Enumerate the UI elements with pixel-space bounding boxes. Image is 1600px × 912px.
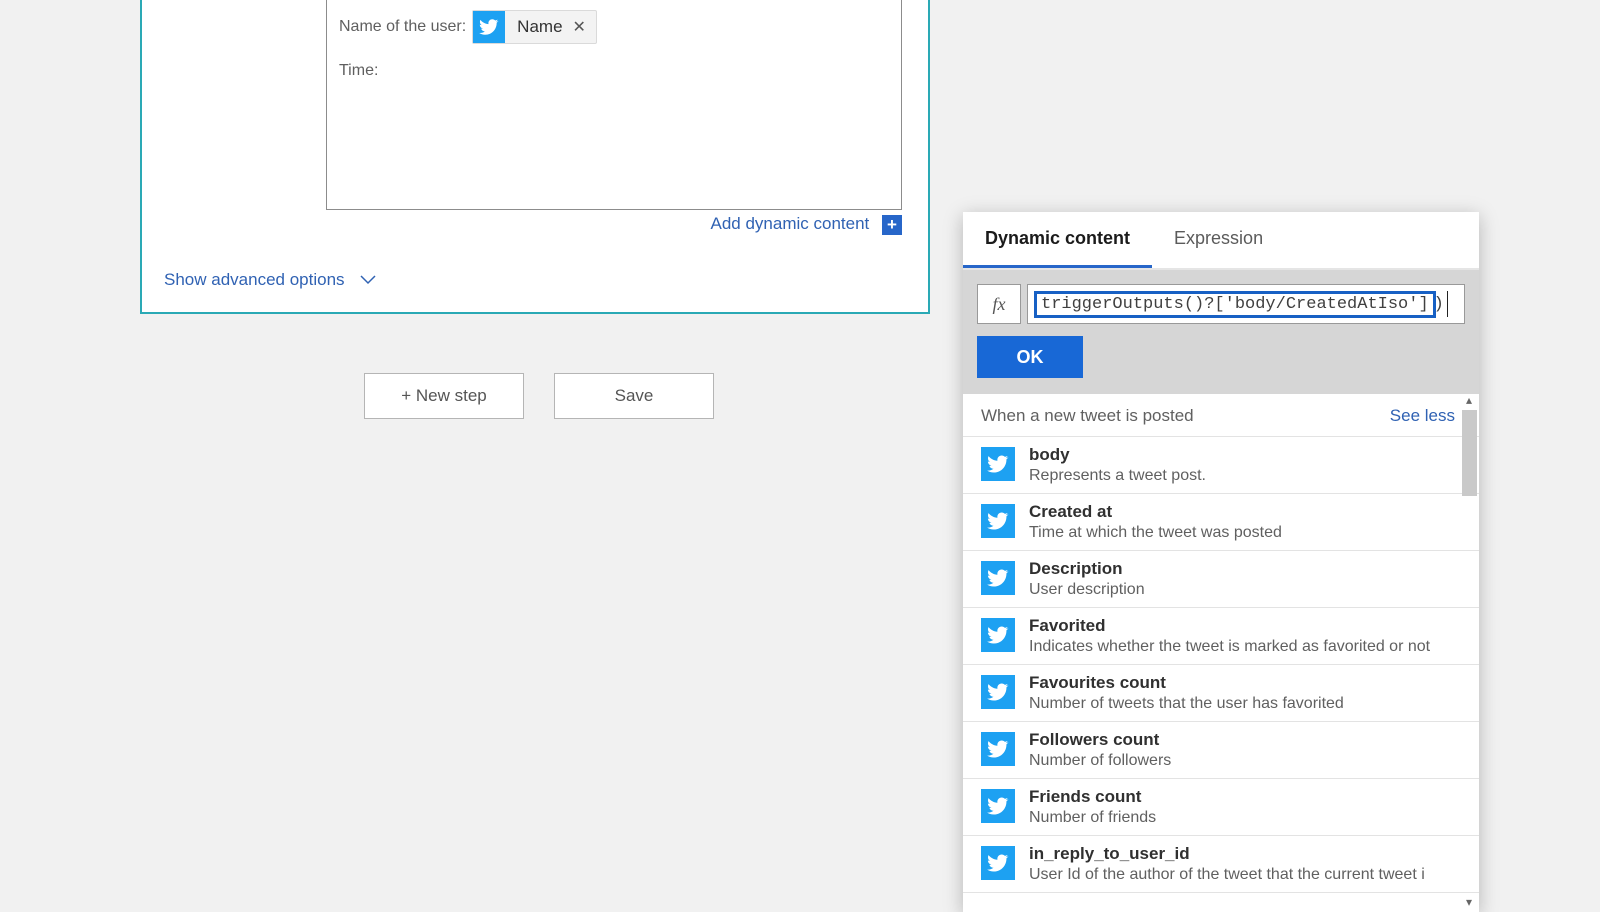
twitter-icon: [981, 789, 1015, 823]
expression-input[interactable]: triggerOutputs()?['body/CreatedAtIso'] ): [1027, 284, 1465, 324]
expression-bar: fx triggerOutputs()?['body/CreatedAtIso'…: [963, 270, 1479, 394]
dynamic-content-item[interactable]: Favourites count Number of tweets that th…: [963, 664, 1479, 721]
dynamic-content-item[interactable]: Followers count Number of followers: [963, 721, 1479, 778]
tab-dynamic-content[interactable]: Dynamic content: [963, 212, 1152, 268]
ok-button[interactable]: OK: [977, 336, 1083, 378]
twitter-icon: [981, 504, 1015, 538]
scrollbar-thumb[interactable]: [1462, 410, 1477, 496]
dc-item-desc: Number of followers: [1029, 752, 1171, 770]
dc-item-desc: Indicates whether the tweet is marked as…: [1029, 638, 1430, 656]
dynamic-content-item[interactable]: body Represents a tweet post.: [963, 436, 1479, 493]
see-less-link[interactable]: See less: [1390, 406, 1455, 426]
dynamic-content-item[interactable]: Created at Time at which the tweet was po…: [963, 493, 1479, 550]
dc-item-title: Favourites count: [1029, 673, 1344, 693]
tab-expression[interactable]: Expression: [1152, 212, 1285, 268]
dynamic-content-item[interactable]: Friends count Number of friends: [963, 778, 1479, 835]
dc-item-desc: Number of tweets that the user has favor…: [1029, 695, 1344, 713]
message-body-input[interactable]: Name of the user: Name ✕ Time:: [326, 0, 902, 210]
ok-label: OK: [1017, 347, 1044, 367]
add-dynamic-plus-icon: +: [882, 215, 902, 235]
dc-item-title: Description: [1029, 559, 1145, 579]
dynamic-content-item[interactable]: Favorited Indicates whether the tweet is …: [963, 607, 1479, 664]
dc-item-desc: Time at which the tweet was posted: [1029, 524, 1282, 542]
twitter-icon: [981, 846, 1015, 880]
dynamic-content-item[interactable]: in_reply_to_user_id User Id of the author…: [963, 835, 1479, 893]
twitter-icon: [981, 618, 1015, 652]
dynamic-content-item[interactable]: Description User description: [963, 550, 1479, 607]
dc-item-desc: Represents a tweet post.: [1029, 467, 1206, 485]
scroll-down-icon[interactable]: ▾: [1461, 894, 1477, 910]
dc-item-desc: Number of friends: [1029, 809, 1156, 827]
add-dynamic-content-link[interactable]: Add dynamic content +: [326, 214, 902, 235]
token-name[interactable]: Name ✕: [472, 10, 597, 44]
dc-item-title: Favorited: [1029, 616, 1430, 636]
expression-selected-text: triggerOutputs()?['body/CreatedAtIso']: [1034, 291, 1436, 318]
add-dynamic-content-label: Add dynamic content: [711, 214, 870, 233]
dc-item-title: Created at: [1029, 502, 1282, 522]
save-button[interactable]: Save: [554, 373, 714, 419]
flow-action-buttons: + New step Save: [364, 373, 714, 419]
dc-item-title: Followers count: [1029, 730, 1171, 750]
twitter-icon: [981, 447, 1015, 481]
dynamic-content-popup: Dynamic content Expression fx triggerOut…: [963, 212, 1479, 912]
text-cursor-icon: [1447, 291, 1449, 317]
dc-item-desc: User Id of the author of the tweet that …: [1029, 866, 1425, 884]
action-card: Name of the user: Name ✕ Time: Add dynam…: [140, 0, 930, 314]
twitter-icon: [981, 732, 1015, 766]
dynamic-content-list: ▴ ▾ When a new tweet is posted See less …: [963, 394, 1479, 912]
token-remove-icon[interactable]: ✕: [573, 17, 586, 37]
new-step-label: + New step: [401, 386, 487, 406]
new-step-button[interactable]: + New step: [364, 373, 524, 419]
token-name-label: Name: [517, 17, 562, 37]
dc-item-title: body: [1029, 445, 1206, 465]
twitter-icon: [981, 561, 1015, 595]
show-advanced-options-link[interactable]: Show advanced options: [164, 270, 377, 290]
twitter-icon: [473, 11, 505, 43]
fx-icon: fx: [977, 284, 1021, 324]
save-label: Save: [615, 386, 654, 406]
expression-trailing-text: ): [1434, 295, 1444, 314]
twitter-icon: [981, 675, 1015, 709]
popup-tabs: Dynamic content Expression: [963, 212, 1479, 270]
dc-item-title: Friends count: [1029, 787, 1156, 807]
dc-item-title: in_reply_to_user_id: [1029, 844, 1425, 864]
chevron-down-icon: [359, 274, 377, 286]
show-advanced-label: Show advanced options: [164, 270, 345, 290]
tab-expression-label: Expression: [1174, 228, 1263, 249]
trigger-header: When a new tweet is posted: [981, 406, 1194, 426]
scroll-up-icon[interactable]: ▴: [1461, 394, 1477, 408]
tab-dynamic-label: Dynamic content: [985, 228, 1130, 249]
label-time: Time:: [339, 62, 378, 80]
dc-item-desc: User description: [1029, 581, 1145, 599]
label-name-of-user: Name of the user:: [339, 18, 466, 36]
